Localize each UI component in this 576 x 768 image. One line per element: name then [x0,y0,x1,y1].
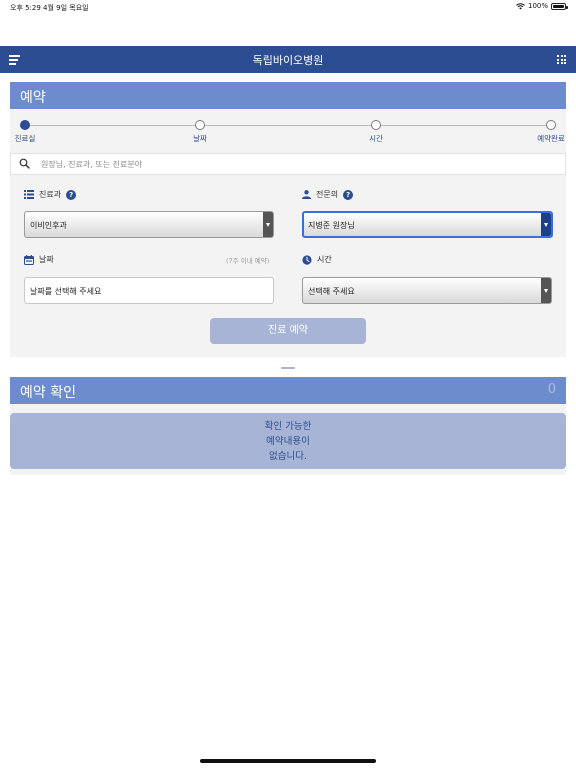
list-icon [24,190,34,199]
apps-grid-icon[interactable] [557,55,566,64]
doctor-select[interactable]: 지병준 원장님 [302,211,553,238]
clock-icon [302,254,312,265]
status-indicators: 100% [516,2,568,10]
search-bar [10,153,566,175]
battery-icon [551,2,568,10]
empty-message: 확인 가능한 예약내용이 없습니다. [10,413,566,469]
calendar-icon [24,254,34,265]
department-select[interactable]: 이비인후과 [24,211,274,238]
date-input[interactable]: 날짜를 선택해 주세요 [24,277,274,304]
search-input[interactable] [41,156,551,172]
chevron-down-icon [541,213,551,236]
confirmation-title: 예약 확인 [20,385,76,401]
step-complete[interactable]: 예약완료 [521,119,576,144]
status-bar: 오후 5:29 4월 9일 목요일 100% [0,0,576,14]
confirmation-panel: 예약 확인 0 확인 가능한 예약내용이 없습니다. [10,377,566,475]
department-selected: 이비인후과 [30,221,67,230]
confirmation-header: 예약 확인 0 [10,377,566,404]
doctor-label: 전문의 ? [302,189,354,200]
hospital-title: 독립바이오병원 [252,54,324,67]
search-icon [19,158,30,169]
step-dot [195,120,205,130]
date-label: 날짜 [24,254,54,265]
date-input-value: 날짜를 선택해 주세요 [30,287,102,296]
empty-line: 없습니다. [269,450,307,462]
time-label: 시간 [302,254,332,265]
chevron-down-icon [541,278,551,303]
status-time-date: 오후 5:29 4월 9일 목요일 [10,4,89,12]
stepper-line [25,125,551,126]
doctor-label-text: 전문의 [316,190,339,199]
doctor-help-icon[interactable]: ? [343,189,354,200]
time-select[interactable]: 선택해 주세요 [302,277,552,304]
drag-handle[interactable] [281,367,295,369]
reservation-stepper: 진료실 날짜 시간 예약완료 [10,119,566,149]
reservation-panel: 예약 진료실 날짜 시간 예약완료 원장님, 진료과, 또는 진료분야 진료과 … [10,82,566,357]
date-hint: (7주 이내 예약) [226,257,270,265]
time-selected: 선택해 주세요 [308,287,355,296]
step-department[interactable]: 진료실 [0,119,55,144]
battery-percent: 100% [527,2,548,10]
department-label-text: 진료과 [39,190,62,199]
confirmation-count: 0 [547,382,556,397]
step-label: 예약완료 [537,134,565,143]
step-date[interactable]: 날짜 [170,119,230,144]
step-label: 날짜 [193,134,207,143]
doctor-selected: 지병준 원장님 [308,221,355,230]
department-help-icon[interactable]: ? [66,189,77,200]
wifi-icon [516,2,525,9]
date-label-text: 날짜 [39,255,54,264]
empty-line: 예약내용이 [266,435,310,447]
person-icon [302,190,311,199]
empty-line: 확인 가능한 [264,420,312,432]
step-dot-active [20,120,30,130]
home-indicator[interactable] [200,759,376,763]
step-time[interactable]: 시간 [346,119,406,144]
time-label-text: 시간 [317,255,332,264]
step-dot [546,120,556,130]
app-header: 독립바이오병원 [0,46,576,73]
step-label: 시간 [369,134,383,143]
reserve-button[interactable]: 진료 예약 [210,318,366,344]
step-dot [371,120,381,130]
reservation-title: 예약 [10,82,566,109]
chevron-down-icon [263,212,273,237]
step-label: 진료실 [14,134,36,143]
department-label: 진료과 ? [24,189,77,200]
